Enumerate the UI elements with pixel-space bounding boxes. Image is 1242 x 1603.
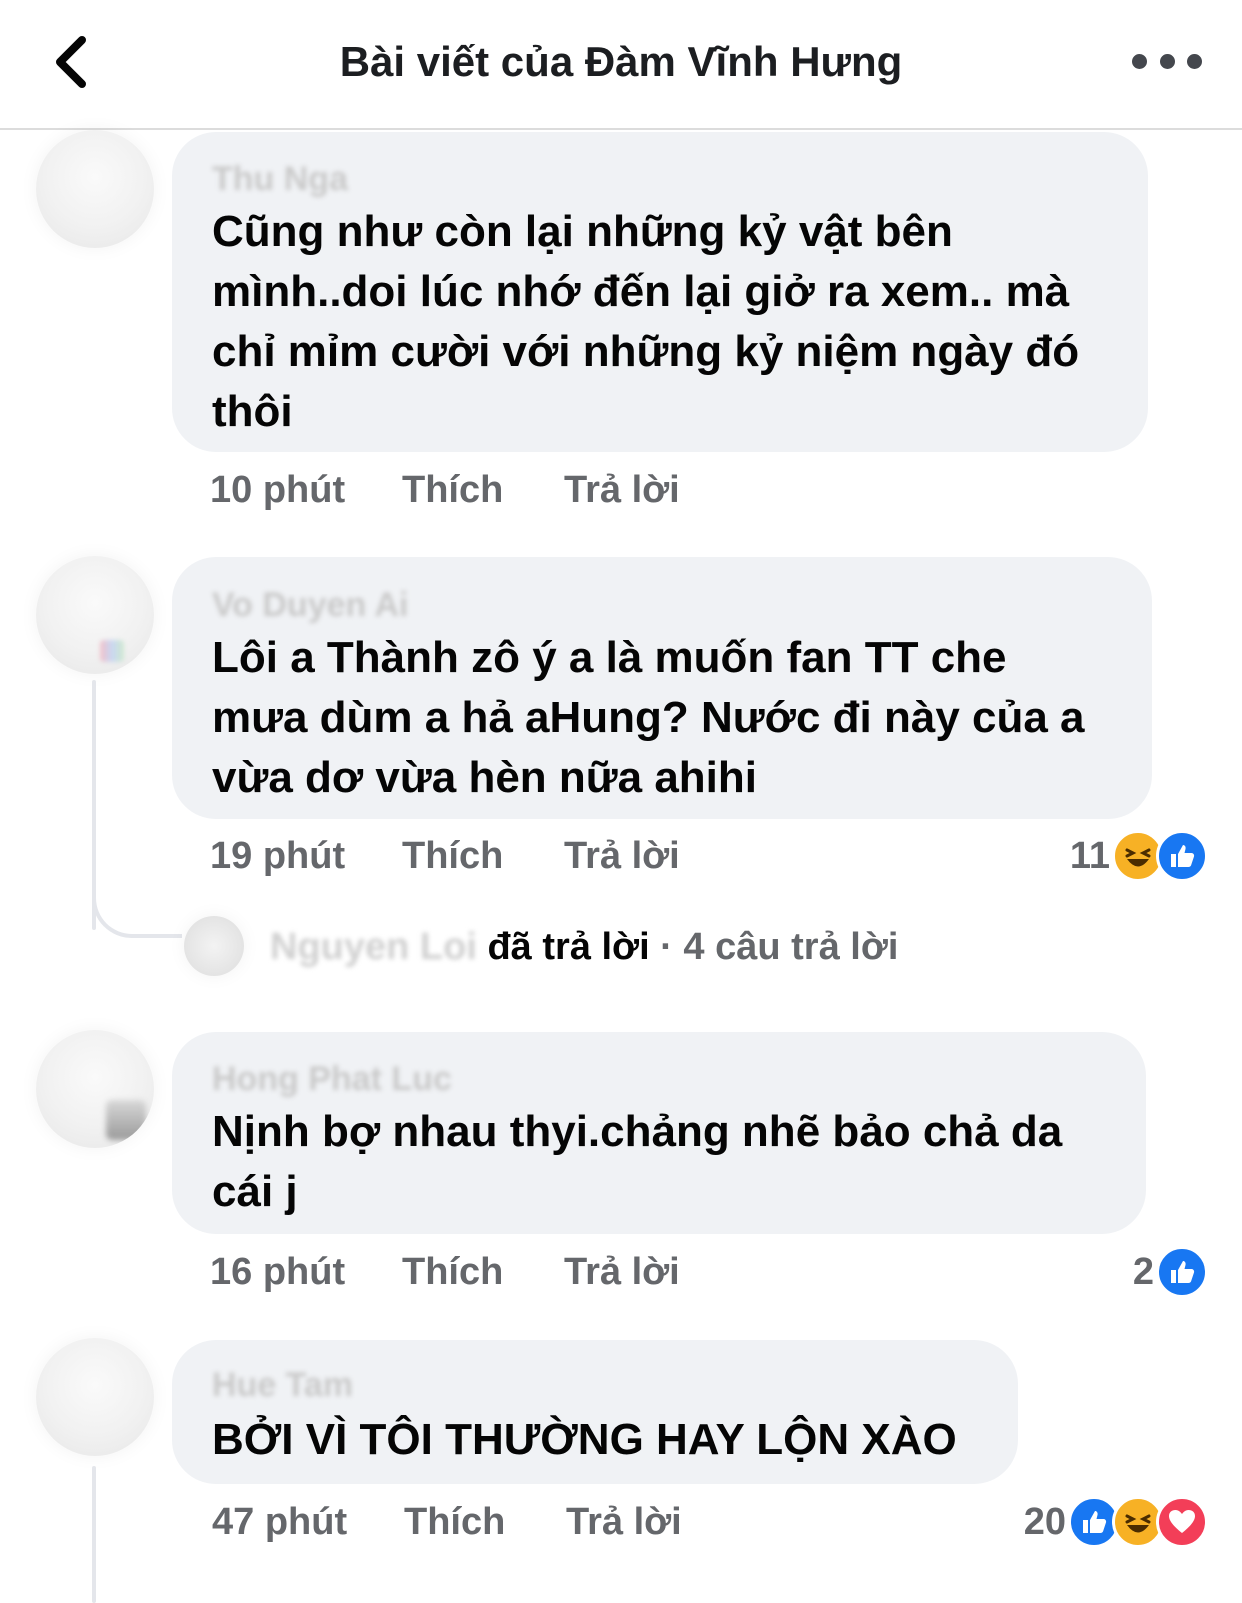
comment-actions: 10 phút Thích Trả lời [210,466,680,514]
commenter-avatar[interactable] [36,1030,154,1148]
comment-actions: 16 phút Thích Trả lời [210,1248,680,1296]
like-icon [1156,830,1208,882]
reaction-summary[interactable]: 11 [1070,828,1208,884]
commenter-avatar[interactable] [36,130,154,248]
reaction-summary[interactable]: 20 [1024,1494,1208,1550]
reply-button[interactable]: Trả lời [564,1251,680,1294]
comment-author[interactable]: Hue Tam [212,1366,353,1405]
love-icon [1156,1496,1208,1548]
reaction-count: 20 [1023,1500,1066,1543]
comment-author[interactable]: Hong Phat Luc [212,1060,452,1099]
thread-connector [92,880,182,938]
comment-actions: 19 phút Thích Trả lời [210,832,680,880]
replied-text: đã trả lời [487,926,650,968]
top-bar: Bài viết của Đàm Vĩnh Hưng [0,0,1242,130]
reply-button[interactable]: Trả lời [564,835,680,878]
like-button[interactable]: Thích [402,835,564,878]
reaction-count: 2 [1132,1250,1154,1293]
comment-author[interactable]: Vo Duyen Ai [212,586,408,625]
thread-line [92,1466,96,1603]
comment-time: 16 phút [210,1250,346,1293]
comment-text: Cũng như còn lại những kỷ vật bên mình..… [212,207,1080,436]
like-button[interactable]: Thích [402,1251,564,1294]
comment-text: Lôi a Thành zô ý a là muốn fan TT che mư… [212,633,1085,802]
comment-text: BỞI VÌ TÔI THƯỜNG HAY LỘN XÀO [212,1415,957,1464]
like-button[interactable]: Thích [404,1501,566,1544]
like-icon [1156,1246,1208,1298]
like-button[interactable]: Thích [402,469,564,512]
view-replies-link[interactable]: Nguyen Loi đã trả lời · 4 câu trả lời [270,926,898,969]
comment-time: 47 phút [212,1500,348,1543]
replier-name: Nguyen Loi [270,926,477,968]
page-title: Bài viết của Đàm Vĩnh Hưng [339,38,903,85]
comment-time: 19 phút [210,834,346,877]
more-options-button[interactable] [1132,44,1202,78]
more-dots-icon [1132,53,1147,69]
separator: · [649,926,684,968]
reply-button[interactable]: Trả lời [564,469,680,512]
reply-button[interactable]: Trả lời [566,1501,682,1544]
commenter-avatar[interactable] [36,1338,154,1456]
reaction-summary[interactable]: 2 [1133,1244,1208,1300]
comment-time: 10 phút [210,468,346,511]
reaction-count: 11 [1069,834,1110,877]
comment-text: Nịnh bợ nhau thyi.chảng nhẽ bảo chả da c… [212,1107,1063,1216]
reply-count: 4 câu trả lời [683,926,899,968]
comment-actions: 47 phút Thích Trả lời [212,1498,682,1546]
comment-author[interactable]: Thu Nga [212,160,348,199]
commenter-avatar[interactable] [36,556,154,674]
replier-avatar[interactable] [184,916,244,976]
